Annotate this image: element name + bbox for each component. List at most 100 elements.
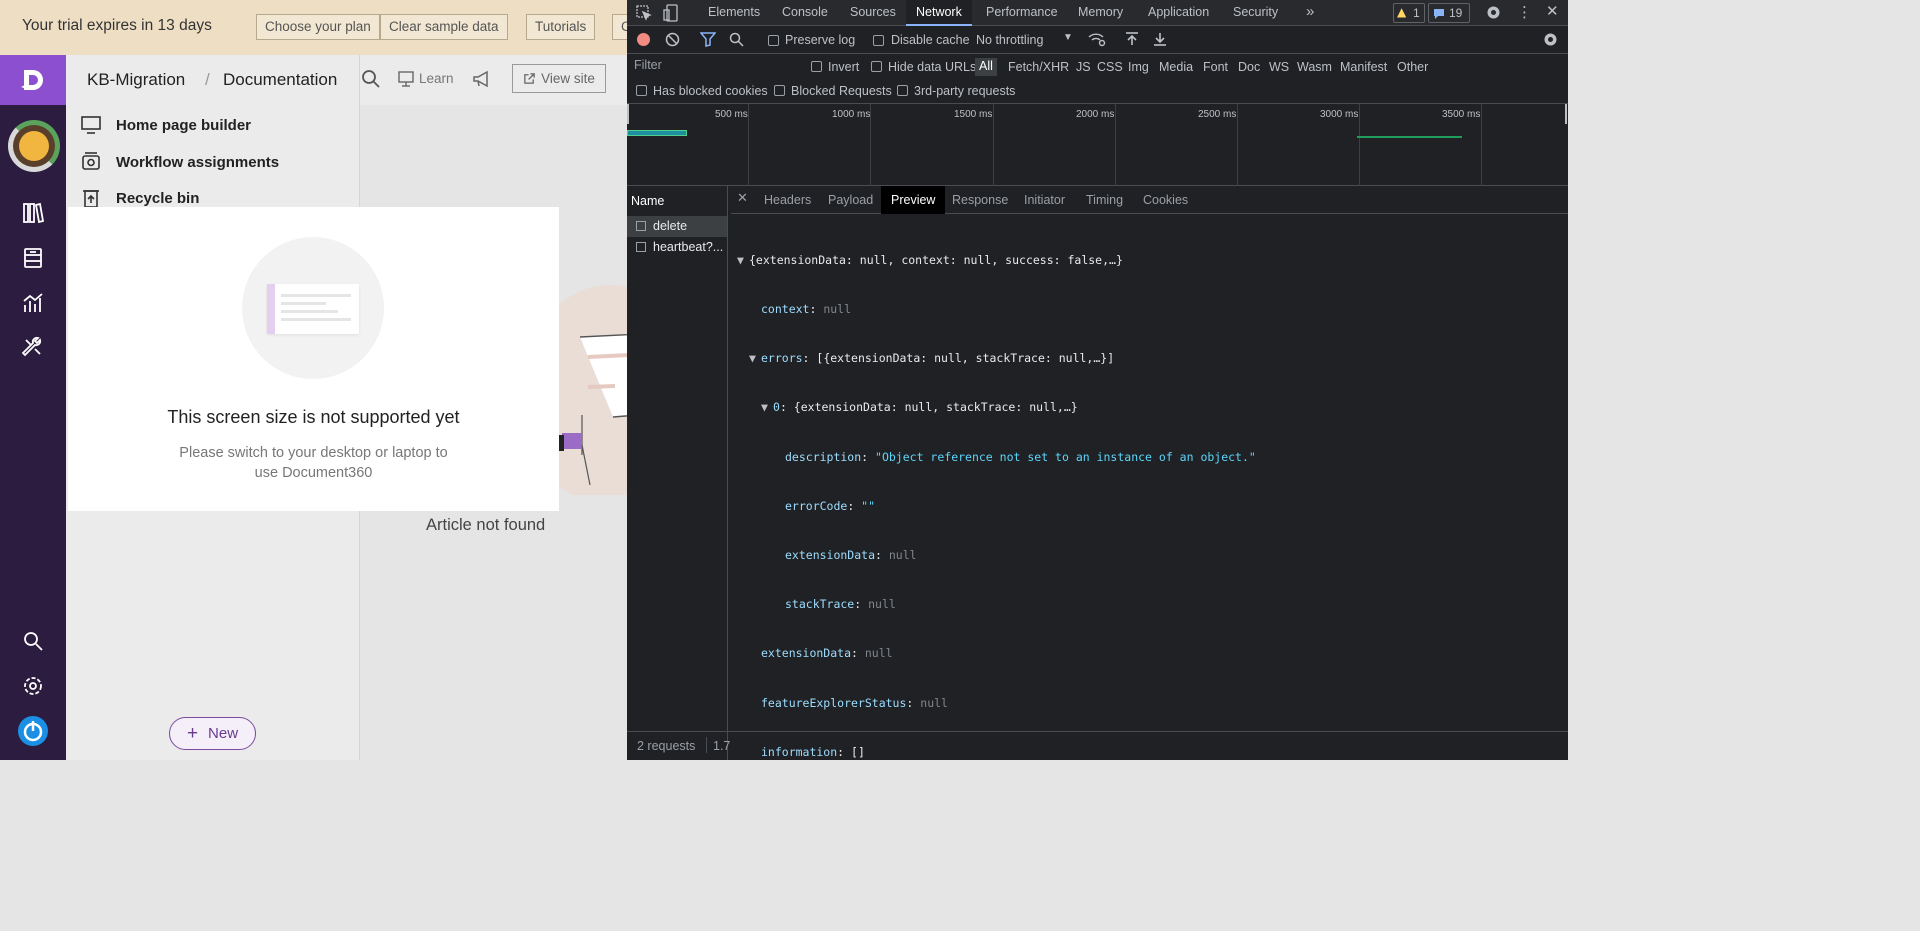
tools-icon[interactable]	[21, 335, 45, 359]
tab-elements[interactable]: Elements	[708, 5, 760, 19]
sidebar-item-label: Home page builder	[116, 116, 252, 134]
logo-icon[interactable]	[0, 55, 66, 105]
new-button[interactable]: + New	[169, 717, 256, 750]
tab-network[interactable]: Network	[906, 0, 972, 26]
tab-initiator[interactable]: Initiator	[1024, 193, 1065, 207]
sidebar-item-workflow-assignments[interactable]: Workflow assignments	[80, 149, 279, 175]
view-site-button[interactable]: View site	[512, 64, 606, 93]
network-conditions-icon[interactable]	[1088, 32, 1106, 47]
modal-subtitle: Please switch to your desktop or laptop …	[179, 445, 448, 481]
type-filter-doc[interactable]: Doc	[1238, 60, 1260, 74]
tutorials-button[interactable]: Tutorials	[526, 14, 596, 40]
disable-cache-checkbox[interactable]	[873, 35, 884, 46]
clear-icon[interactable]	[665, 32, 680, 47]
record-icon[interactable]	[637, 33, 650, 46]
blocked-requests-checkbox[interactable]	[774, 85, 785, 96]
type-filter-media[interactable]: Media	[1159, 60, 1193, 74]
json-errors[interactable]: ▼ errors: [{extensionData: null, stackTra…	[737, 350, 1256, 366]
clear-sample-data-button[interactable]: Clear sample data	[380, 14, 508, 40]
tab-console[interactable]: Console	[782, 5, 828, 19]
warnings-counter[interactable]: ▲ 1	[1393, 3, 1425, 23]
presentation-icon[interactable]	[397, 70, 415, 88]
json-row: extensionData: null	[761, 646, 893, 661]
filter-icon[interactable]	[700, 32, 716, 47]
tab-security[interactable]: Security	[1233, 5, 1278, 19]
library-icon[interactable]	[21, 201, 45, 225]
disable-cache-label: Disable cache	[891, 33, 970, 47]
type-filter-ws[interactable]: WS	[1269, 60, 1289, 74]
section-name[interactable]: Documentation	[223, 70, 337, 90]
download-icon[interactable]	[1153, 31, 1167, 47]
trial-extra-button[interactable]: C	[612, 14, 627, 40]
has-blocked-cookies-checkbox[interactable]	[636, 85, 647, 96]
chevron-down-icon: ▼	[1063, 32, 1073, 43]
choose-plan-button[interactable]: Choose your plan	[256, 14, 380, 40]
invert-checkbox[interactable]	[811, 61, 822, 72]
warnings-count: 1	[1413, 6, 1420, 20]
network-settings-icon[interactable]	[1542, 31, 1559, 48]
tab-preview[interactable]: Preview	[881, 186, 946, 214]
timeline-handle-right[interactable]	[1565, 104, 1567, 124]
tab-response[interactable]: Response	[952, 193, 1008, 207]
name-column-header[interactable]: Name	[631, 194, 664, 208]
throttling-select[interactable]: No throttling	[976, 33, 1043, 47]
tab-memory[interactable]: Memory	[1078, 5, 1123, 19]
close-details-icon[interactable]: ✕	[737, 191, 748, 206]
announcement-icon[interactable]	[472, 70, 492, 88]
tab-application[interactable]: Application	[1148, 5, 1209, 19]
type-filter-all[interactable]: All	[975, 58, 997, 76]
settings-gear-icon[interactable]	[1485, 4, 1502, 21]
tab-payload[interactable]: Payload	[828, 193, 873, 207]
preserve-log-label: Preserve log	[785, 33, 856, 47]
tab-timing[interactable]: Timing	[1086, 193, 1123, 207]
search-icon[interactable]	[361, 69, 381, 89]
request-count: 2 requests	[637, 739, 696, 753]
filter-input[interactable]: Filter	[631, 58, 799, 76]
type-filter-font[interactable]: Font	[1203, 60, 1228, 74]
json-root[interactable]: ▼ {extensionData: null, context: null, su…	[737, 252, 1256, 268]
request-row[interactable]: delete	[627, 216, 727, 237]
json-error-0[interactable]: ▼ 0: {extensionData: null, stackTrace: nu…	[737, 399, 1256, 415]
upload-icon[interactable]	[1125, 31, 1139, 47]
external-link-icon	[524, 73, 535, 84]
request-row[interactable]: heartbeat?...	[627, 237, 727, 258]
type-filter-css[interactable]: CSS	[1097, 60, 1123, 74]
article-not-found-text: Article not found	[426, 516, 546, 534]
drive-icon[interactable]	[21, 246, 45, 270]
search-icon[interactable]	[21, 629, 45, 653]
type-filter-wasm[interactable]: Wasm	[1297, 60, 1332, 74]
power-icon[interactable]	[17, 715, 49, 747]
type-filter-img[interactable]: Img	[1128, 60, 1149, 74]
network-overview-timeline[interactable]: 500 ms 1000 ms 1500 ms 2000 ms 2500 ms 3…	[627, 104, 1568, 186]
analytics-icon[interactable]	[21, 291, 45, 315]
device-toolbar-icon[interactable]	[663, 4, 679, 22]
tab-sources[interactable]: Sources	[850, 5, 896, 19]
kebab-menu-icon[interactable]: ⋮	[1517, 3, 1532, 21]
search-icon[interactable]	[729, 32, 744, 47]
warning-icon: ▲	[1397, 5, 1407, 19]
project-name[interactable]: KB-Migration	[87, 70, 185, 90]
learn-link[interactable]: Learn	[419, 71, 454, 86]
messages-counter[interactable]: 19	[1428, 3, 1470, 23]
timeline-handle-left[interactable]	[627, 104, 629, 124]
sidebar-item-home-page-builder[interactable]: Home page builder	[80, 112, 251, 138]
tab-headers[interactable]: Headers	[764, 193, 811, 207]
third-party-checkbox[interactable]	[897, 85, 908, 96]
blocked-requests-label: Blocked Requests	[791, 84, 892, 98]
settings-icon[interactable]	[21, 674, 45, 698]
more-tabs-button[interactable]: »	[1306, 3, 1314, 20]
type-filter-js[interactable]: JS	[1076, 60, 1091, 74]
preserve-log-checkbox[interactable]	[768, 35, 779, 46]
tab-performance[interactable]: Performance	[986, 5, 1058, 19]
type-filter-manifest[interactable]: Manifest	[1340, 60, 1387, 74]
modal-title: This screen size is not supported yet	[167, 407, 460, 427]
inspect-element-icon[interactable]	[636, 5, 652, 21]
close-icon[interactable]: ✕	[1546, 2, 1559, 20]
achievement-badge[interactable]	[8, 120, 60, 172]
json-row: extensionData: null	[785, 548, 917, 563]
type-filter-other[interactable]: Other	[1397, 60, 1428, 74]
tab-cookies[interactable]: Cookies	[1143, 193, 1188, 207]
hide-data-urls-checkbox[interactable]	[871, 61, 882, 72]
invert-label: Invert	[828, 60, 860, 74]
type-filter-fetch-xhr[interactable]: Fetch/XHR	[1008, 60, 1069, 74]
